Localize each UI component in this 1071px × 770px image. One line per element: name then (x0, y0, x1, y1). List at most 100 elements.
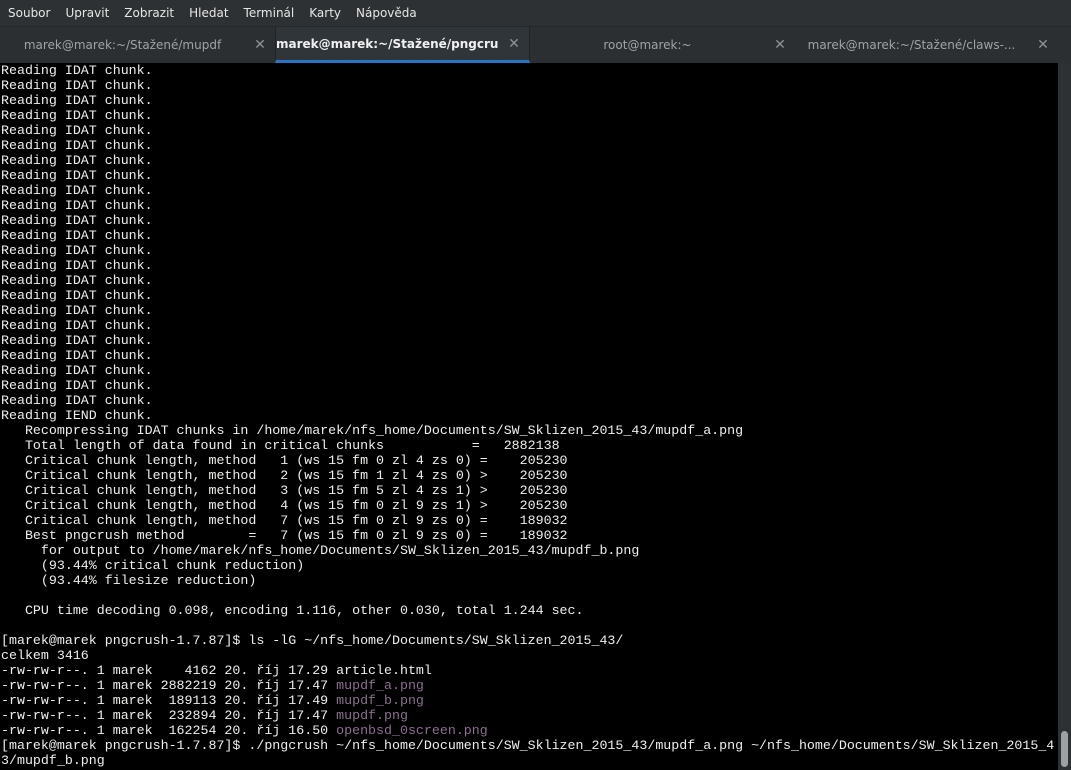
terminal-line: -rw-rw-r--. 1 marek 4162 20. říj 17.29 a… (0, 663, 1058, 678)
line-text: Reading IDAT chunk. (1, 93, 153, 108)
terminal-line: Reading IDAT chunk. (0, 378, 1058, 393)
line-text: Reading IDAT chunk. (1, 78, 153, 93)
line-text: 3/mupdf_b.png (1, 753, 105, 768)
line-text: [marek@marek pngcrush-1.7.87]$ ls -lG ~/… (1, 633, 624, 648)
terminal-line: Recompressing IDAT chunks in /home/marek… (0, 423, 1058, 438)
terminal-line: CPU time decoding 0.098, encoding 1.116,… (0, 603, 1058, 618)
terminal-line: Reading IDAT chunk. (0, 123, 1058, 138)
tab-bar: marek@marek:~/Stažené/mupdf ✕ marek@marek:… (0, 26, 1071, 63)
terminal-line: [marek@marek pngcrush-1.7.87]$ ./pngcrus… (0, 738, 1058, 753)
terminal-line: Critical chunk length, method 4 (ws 15 f… (0, 498, 1058, 513)
terminal-line: celkem 3416 (0, 648, 1058, 663)
menu-upravit[interactable]: Upravit (57, 0, 116, 26)
terminal-line: Reading IDAT chunk. (0, 168, 1058, 183)
line-text: Reading IDAT chunk. (1, 348, 153, 363)
line-text: Reading IDAT chunk. (1, 168, 153, 183)
close-icon[interactable]: ✕ (765, 37, 795, 53)
line-text: -rw-rw-r--. 1 marek 189113 20. říj 17.49 (1, 693, 337, 708)
line-text: Critical chunk length, method 3 (ws 15 f… (1, 483, 568, 498)
line-text: (93.44% filesize reduction) (1, 573, 257, 588)
line-text: Reading IDAT chunk. (1, 288, 153, 303)
line-text: -rw-rw-r--. 1 marek 4162 20. říj 17.29 (1, 663, 337, 678)
terminal-line: (93.44% critical chunk reduction) (0, 558, 1058, 573)
tab-1[interactable]: marek@marek:~/Stažené/mupdf ✕ (0, 27, 275, 63)
line-text: Reading IDAT chunk. (1, 213, 153, 228)
terminal-line: Reading IDAT chunk. (0, 213, 1058, 228)
tab-4[interactable]: marek@marek:~/Stažené/claws-... ✕ (795, 27, 1058, 63)
terminal-line: -rw-rw-r--. 1 marek 2882219 20. říj 17.4… (0, 678, 1058, 693)
terminal-line: Reading IDAT chunk. (0, 288, 1058, 303)
terminal-output[interactable]: Reading IDAT chunk. Reading IDAT chunk. Re… (0, 63, 1058, 770)
scrollbar-thumb[interactable] (1061, 731, 1068, 767)
file-name: mupdf_b.png (336, 693, 424, 708)
terminal-line: Reading IDAT chunk. (0, 333, 1058, 348)
terminal-line: Reading IDAT chunk. (0, 228, 1058, 243)
close-icon[interactable]: ✕ (1028, 37, 1058, 53)
menu-hledat[interactable]: Hledat (181, 0, 235, 26)
terminal-line: 3/mupdf_b.png (0, 753, 1058, 768)
line-text: Reading IDAT chunk. (1, 318, 153, 333)
terminal-line: Reading IDAT chunk. (0, 78, 1058, 93)
tab-label: marek@marek:~/Stažené/mupdf (23, 38, 222, 52)
tab-label: marek@marek:~/Stažené/claws-... (807, 38, 1016, 52)
line-text: Reading IDAT chunk. (1, 108, 153, 123)
tab-2[interactable]: marek@marek:~/Stažené/pngcrus... ✕ (275, 27, 530, 63)
line-text: Reading IDAT chunk. (1, 228, 153, 243)
terminal-line: -rw-rw-r--. 1 marek 162254 20. říj 16.50… (0, 723, 1058, 738)
terminal-line: Critical chunk length, method 1 (ws 15 f… (0, 453, 1058, 468)
line-text: Reading IDAT chunk. (1, 363, 153, 378)
terminal-line: Critical chunk length, method 2 (ws 15 f… (0, 468, 1058, 483)
terminal-line: Reading IDAT chunk. (0, 63, 1058, 78)
line-text: Total length of data found in critical c… (1, 438, 560, 453)
line-text: Reading IDAT chunk. (1, 198, 153, 213)
line-text: Reading IDAT chunk. (1, 183, 153, 198)
terminal-line: Reading IDAT chunk. (0, 363, 1058, 378)
line-text: Reading IDAT chunk. (1, 153, 153, 168)
line-text: -rw-rw-r--. 1 marek 232894 20. říj 17.47 (1, 708, 337, 723)
line-text: Reading IDAT chunk. (1, 303, 153, 318)
terminal-line: Reading IDAT chunk. (0, 258, 1058, 273)
line-text: Reading IDAT chunk. (1, 243, 153, 258)
terminal-line: Best pngcrush method = 7 (ws 15 fm 0 zl … (0, 528, 1058, 543)
close-icon[interactable]: ✕ (499, 36, 529, 52)
line-text: Reading IDAT chunk. (1, 378, 153, 393)
terminal-line: Reading IDAT chunk. (0, 93, 1058, 108)
line-text: Reading IEND chunk. (1, 408, 153, 423)
terminal-line: Reading IDAT chunk. (0, 198, 1058, 213)
line-text: for output to /home/marek/nfs_home/Docum… (1, 543, 640, 558)
line-text: CPU time decoding 0.098, encoding 1.116,… (1, 603, 584, 618)
line-text: -rw-rw-r--. 1 marek 2882219 20. říj 17.4… (1, 678, 337, 693)
line-text: celkem 3416 (1, 648, 89, 663)
terminal-line: Total length of data found in critical c… (0, 438, 1058, 453)
line-text: Best pngcrush method = 7 (ws 15 fm 0 zl … (1, 528, 568, 543)
terminal-line: Reading IEND chunk. (0, 408, 1058, 423)
terminal-line: Critical chunk length, method 3 (ws 15 f… (0, 483, 1058, 498)
line-text: Reading IDAT chunk. (1, 333, 153, 348)
terminal-line: -rw-rw-r--. 1 marek 189113 20. říj 17.49… (0, 693, 1058, 708)
close-icon[interactable]: ✕ (245, 37, 275, 53)
line-text: Recompressing IDAT chunks in /home/marek… (1, 423, 744, 438)
terminal-line: Reading IDAT chunk. (0, 348, 1058, 363)
file-name: mupdf_a.png (336, 678, 424, 693)
scrollbar[interactable] (1058, 63, 1071, 770)
menu-terminal[interactable]: Terminál (236, 0, 302, 26)
tab-3[interactable]: root@marek:~ ✕ (530, 27, 795, 63)
terminal-line: Reading IDAT chunk. (0, 183, 1058, 198)
line-text: Reading IDAT chunk. (1, 258, 153, 273)
terminal-line: (93.44% filesize reduction) (0, 573, 1058, 588)
line-text: Critical chunk length, method 1 (ws 15 f… (1, 453, 568, 468)
tab-label: root@marek:~ (603, 38, 692, 52)
terminal-line: Critical chunk length, method 7 (ws 15 f… (0, 513, 1058, 528)
terminal-line: Reading IDAT chunk. (0, 393, 1058, 408)
terminal-line: Reading IDAT chunk. (0, 138, 1058, 153)
line-text: Reading IDAT chunk. (1, 393, 153, 408)
terminal-line: Reading IDAT chunk. (0, 243, 1058, 258)
menu-karty[interactable]: Karty (301, 0, 348, 26)
terminal-line: Reading IDAT chunk. (0, 273, 1058, 288)
terminal-line: for output to /home/marek/nfs_home/Docum… (0, 543, 1058, 558)
menu-soubor[interactable]: Soubor (0, 0, 57, 26)
menu-zobrazit[interactable]: Zobrazit (116, 0, 181, 26)
terminal-line: Reading IDAT chunk. (0, 318, 1058, 333)
menu-napoveda[interactable]: Nápověda (348, 0, 424, 26)
